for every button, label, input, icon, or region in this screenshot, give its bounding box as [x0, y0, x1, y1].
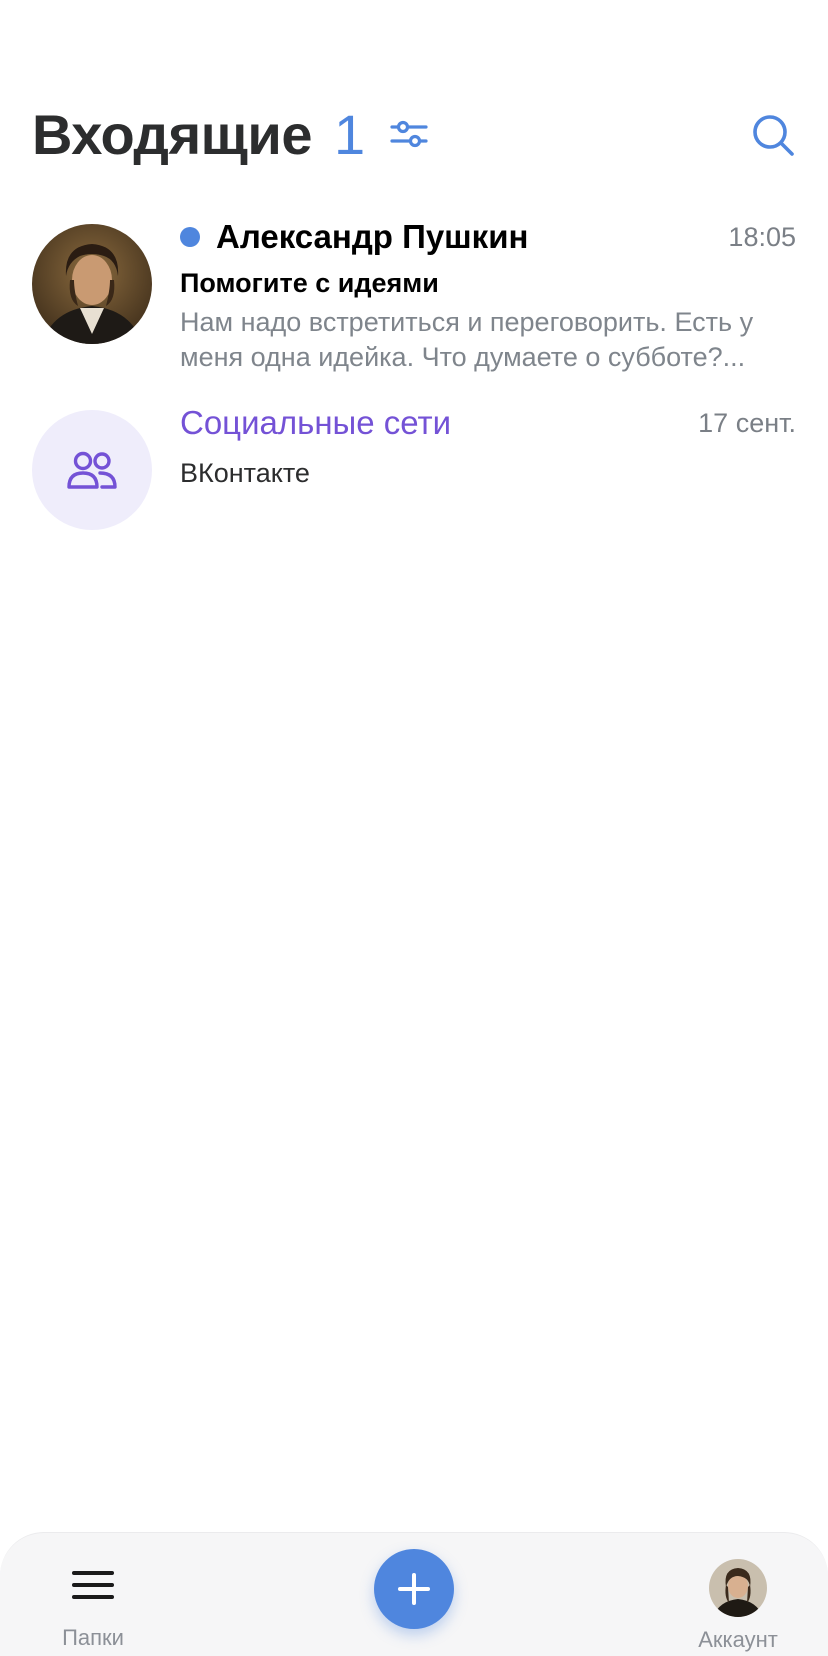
message-snippet: Нам надо встретиться и переговорить. Ест… — [180, 307, 754, 372]
folder-name: Социальные сети — [180, 404, 452, 441]
menu-icon — [72, 1571, 114, 1599]
unread-count: 1 — [333, 102, 366, 166]
compose-button[interactable] — [374, 1549, 454, 1629]
plus-icon — [398, 1573, 430, 1605]
search-icon — [753, 115, 794, 156]
account-avatar — [709, 1559, 767, 1617]
folder-avatar — [32, 410, 152, 530]
page-title: Входящие — [32, 102, 312, 166]
message-subject: Помогите с идеями — [180, 268, 439, 298]
filter-button[interactable] — [389, 114, 429, 154]
folder-content: Социальные сети 17 сент. ВКонтакте — [180, 402, 796, 489]
folder-subtitle: ВКонтакте — [180, 458, 310, 488]
message-item[interactable]: Александр Пушкин 18:05 Помогите с идеями… — [0, 206, 828, 392]
inbox-header: Входящие 1 — [32, 98, 796, 170]
message-item-folder[interactable]: Социальные сети 17 сент. ВКонтакте — [0, 392, 828, 532]
account-button[interactable]: Аккаунт — [688, 1559, 788, 1653]
message-sender: Александр Пушкин — [216, 218, 529, 255]
message-time: 17 сент. — [698, 407, 796, 438]
message-content: Александр Пушкин 18:05 Помогите с идеями… — [180, 216, 796, 375]
folders-button[interactable]: Папки — [50, 1559, 136, 1651]
bottom-bar: Папки Аккаунт — [0, 1532, 828, 1656]
unread-indicator — [180, 227, 200, 247]
sender-avatar — [32, 224, 152, 344]
filter-sliders-icon — [390, 120, 428, 148]
message-time: 18:05 — [728, 221, 796, 252]
people-group-icon — [67, 451, 117, 489]
folders-label: Папки — [62, 1625, 124, 1650]
message-list: Александр Пушкин 18:05 Помогите с идеями… — [0, 206, 828, 532]
account-label: Аккаунт — [698, 1627, 778, 1652]
search-button[interactable] — [750, 112, 796, 158]
